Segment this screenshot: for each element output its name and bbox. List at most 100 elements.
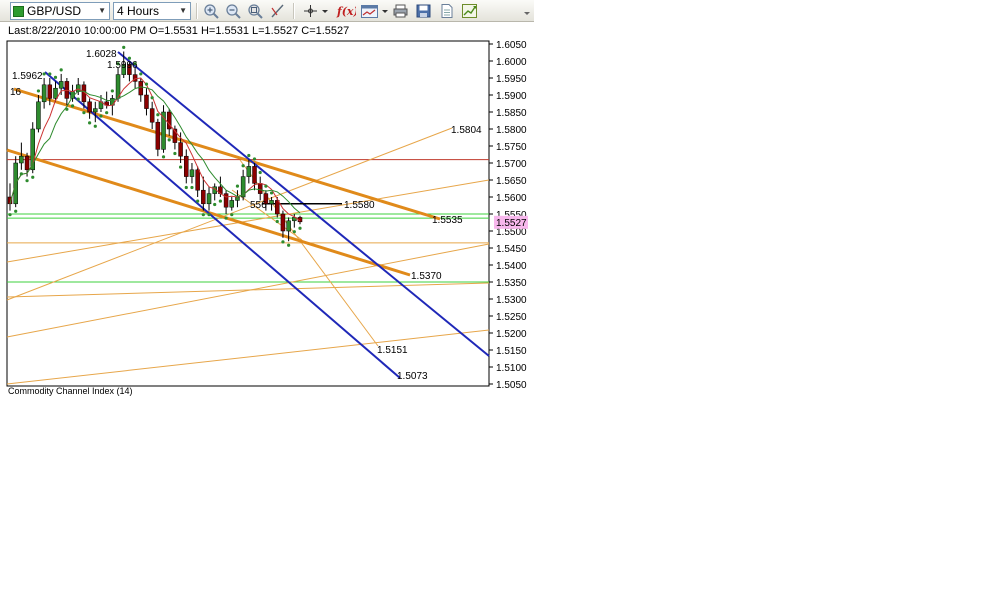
- sar-dot: [252, 157, 257, 161]
- sar-dot: [184, 185, 188, 190]
- price-tick-label: 1.5350: [496, 278, 527, 289]
- last-price-label: 1.5527: [496, 218, 527, 229]
- candle-body: [93, 108, 98, 113]
- price-tick-label: 1.5200: [496, 329, 527, 340]
- sar-dot: [298, 226, 302, 230]
- indicator-label: Commodity Channel Index (14): [8, 386, 133, 396]
- price-tick-label: 1.5050: [496, 380, 527, 391]
- candle-body: [87, 101, 92, 113]
- candle-body: [24, 155, 30, 171]
- sar-dot: [156, 113, 160, 117]
- price-tick-label: 1.5250: [496, 312, 527, 323]
- price-annotation: 16: [10, 87, 22, 98]
- sar-dot: [230, 213, 234, 217]
- export-icon[interactable]: [461, 3, 478, 19]
- price-annotation: 1.5073: [397, 371, 428, 382]
- sar-dot: [207, 213, 211, 217]
- sar-dot: [178, 165, 183, 169]
- candle-body: [275, 200, 280, 215]
- timeframe-value: 4 Hours: [117, 4, 160, 18]
- sar-dot: [173, 151, 177, 156]
- price-tick-label: 1.5800: [496, 125, 527, 136]
- candle-body: [19, 155, 24, 164]
- price-annotation: 1.5962: [12, 71, 43, 82]
- candle-body: [75, 84, 81, 92]
- sar-dot: [201, 213, 205, 217]
- sar-dot: [42, 72, 46, 76]
- sar-dot: [82, 111, 86, 115]
- sar-dot: [190, 185, 194, 190]
- toolbar-separator: [196, 3, 198, 19]
- ohlc-info-bar: Last:8/22/2010 10:00:00 PM O=1.5531 H=1.…: [8, 25, 350, 37]
- candle-body: [184, 155, 189, 177]
- function-icon[interactable]: f(x): [336, 3, 356, 19]
- candle-body: [178, 142, 183, 157]
- sar-dot: [70, 104, 75, 108]
- chart-style-icon[interactable]: [360, 3, 380, 19]
- print-icon[interactable]: [392, 3, 409, 19]
- price-tick-label: 1.5700: [496, 159, 527, 170]
- candle-body: [195, 169, 200, 191]
- zoom-in-icon[interactable]: [203, 3, 220, 19]
- price-annotation: 1.6028: [86, 49, 117, 60]
- page-icon[interactable]: [438, 3, 455, 19]
- price-annotation: 1.5804: [451, 125, 482, 136]
- candle-body: [47, 84, 53, 99]
- chevron-down-icon[interactable]: [380, 3, 390, 19]
- zoom-fit-icon[interactable]: [247, 3, 264, 19]
- chevron-down-icon: ▼: [179, 6, 187, 15]
- more-icon[interactable]: [522, 3, 532, 19]
- price-tick-label: 1.5450: [496, 244, 527, 255]
- sar-dot: [88, 121, 92, 125]
- candle-body: [138, 81, 144, 96]
- price-annotation: 556: [250, 200, 267, 211]
- zoom-out-icon[interactable]: [225, 3, 242, 19]
- price-tick-label: 1.6000: [496, 57, 527, 68]
- symbol-select[interactable]: GBP/USD ▼: [10, 2, 110, 20]
- price-annotation: 1.5580: [344, 200, 375, 211]
- price-annotation: 1.5996: [107, 60, 138, 71]
- sar-dot: [139, 72, 143, 76]
- candle-body: [53, 87, 58, 99]
- sar-dot: [264, 184, 268, 188]
- sar-dot: [36, 89, 41, 93]
- candle-body: [286, 220, 291, 232]
- price-tick-label: 1.5100: [496, 363, 527, 374]
- save-icon[interactable]: [415, 3, 432, 19]
- sar-dot: [93, 124, 97, 128]
- candle-body: [229, 200, 235, 208]
- sar-dot: [167, 138, 171, 142]
- price-tick-label: 1.5900: [496, 91, 527, 102]
- chevron-down-icon[interactable]: [320, 3, 330, 19]
- price-tick-label: 1.5600: [496, 193, 527, 204]
- sar-dot: [247, 153, 251, 158]
- candle-body: [235, 196, 240, 201]
- candle-body: [144, 94, 149, 109]
- price-tick-label: 1.5300: [496, 295, 527, 306]
- sar-dot: [31, 175, 35, 179]
- candle-body: [41, 84, 47, 103]
- price-tick-label: 1.6050: [496, 40, 527, 51]
- candle-body: [155, 121, 161, 150]
- candle-body: [246, 166, 252, 177]
- sar-dot: [224, 216, 228, 220]
- candle-body: [280, 213, 286, 232]
- candle-body: [257, 183, 263, 194]
- sar-dot: [218, 199, 222, 203]
- sar-dot: [76, 97, 80, 101]
- candle-body: [149, 108, 155, 123]
- price-annotation: 1.5370: [411, 271, 442, 282]
- sar-dot: [110, 89, 114, 93]
- price-tick-label: 1.5750: [496, 142, 527, 153]
- sar-dot: [53, 75, 58, 79]
- candle-body: [269, 200, 274, 205]
- timeframe-select[interactable]: 4 Hours ▼: [113, 2, 191, 20]
- sar-dot: [292, 230, 296, 234]
- price-axis: 1.6050 1.6000 1.5950 1.5900 1.5850 1.5800 1.57…: [489, 40, 528, 391]
- sar-dot: [269, 191, 274, 195]
- crosshair-icon[interactable]: [302, 3, 319, 19]
- price-tick-label: 1.5650: [496, 176, 527, 187]
- sar-dot: [144, 82, 149, 86]
- price-chart[interactable]: 1.6050 1.6000 1.5950 1.5900 1.5850 1.5800 1.57…: [0, 39, 534, 397]
- draw-line-icon[interactable]: [269, 3, 286, 19]
